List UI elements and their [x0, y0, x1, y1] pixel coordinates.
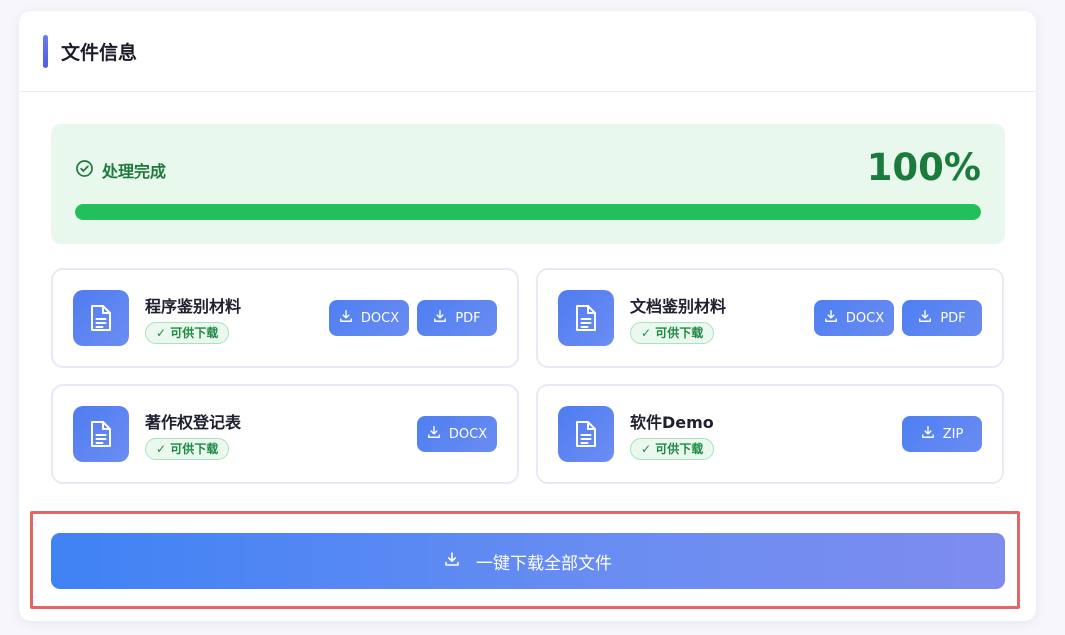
card-header: 文件信息	[19, 11, 1036, 92]
progress-fill	[75, 204, 981, 220]
download-all-label: 一键下载全部文件	[476, 553, 612, 574]
download-buttons: ZIP	[902, 416, 982, 452]
file-card-document-material: 文档鉴别材料 ✓ 可供下载 DOCX PDF	[536, 268, 1004, 368]
progress-percent: 100%	[866, 146, 981, 189]
download-button-label: ZIP	[942, 426, 964, 442]
download-docx-button[interactable]: DOCX	[417, 416, 497, 452]
download-all-button[interactable]: 一键下载全部文件	[51, 533, 1005, 589]
status-badge: ✓ 可供下载	[630, 322, 715, 344]
card-title: 文件信息	[61, 41, 138, 64]
file-name: 软件Demo	[630, 413, 714, 432]
download-buttons: DOCX	[417, 416, 497, 452]
document-icon	[73, 290, 129, 346]
status-text: 处理完成	[102, 162, 167, 181]
file-name: 文档鉴别材料	[630, 297, 727, 316]
download-button-label: PDF	[455, 310, 481, 326]
download-pdf-button[interactable]: PDF	[902, 300, 982, 336]
download-pdf-button[interactable]: PDF	[417, 300, 497, 336]
download-docx-button[interactable]: DOCX	[329, 300, 409, 336]
file-card-copyright-form: 著作权登记表 ✓ 可供下载 DOCX	[51, 384, 519, 484]
download-docx-button[interactable]: DOCX	[814, 300, 894, 336]
download-icon	[921, 425, 935, 443]
title-accent-bar	[43, 34, 48, 68]
check-circle-icon	[75, 159, 94, 182]
file-name: 著作权登记表	[145, 413, 242, 432]
status-row: 处理完成	[75, 158, 166, 182]
progress-bar	[75, 204, 981, 220]
download-icon	[444, 551, 460, 572]
download-buttons: DOCX PDF	[329, 300, 497, 336]
download-zip-button[interactable]: ZIP	[902, 416, 982, 452]
file-info-card: 文件信息 处理完成 100% 程序鉴别材料 ✓ 可供下载 DOCX PDF 文档…	[19, 11, 1036, 621]
status-badge: ✓ 可供下载	[145, 438, 230, 460]
status-badge: ✓ 可供下载	[630, 438, 715, 460]
download-icon	[427, 425, 441, 443]
document-icon	[73, 406, 129, 462]
download-icon	[824, 309, 838, 327]
document-icon	[558, 406, 614, 462]
status-badge: ✓ 可供下载	[145, 322, 230, 344]
file-card-program-material: 程序鉴别材料 ✓ 可供下载 DOCX PDF	[51, 268, 519, 368]
status-panel: 处理完成 100%	[51, 124, 1005, 244]
download-icon	[339, 309, 353, 327]
download-button-label: DOCX	[448, 426, 488, 442]
document-icon	[558, 290, 614, 346]
download-button-label: DOCX	[845, 310, 885, 326]
file-card-software-demo: 软件Demo ✓ 可供下载 ZIP	[536, 384, 1004, 484]
download-button-label: PDF	[940, 310, 966, 326]
file-name: 程序鉴别材料	[145, 297, 242, 316]
download-buttons: DOCX PDF	[814, 300, 982, 336]
download-icon	[433, 309, 447, 327]
download-icon	[918, 309, 932, 327]
download-button-label: DOCX	[360, 310, 400, 326]
